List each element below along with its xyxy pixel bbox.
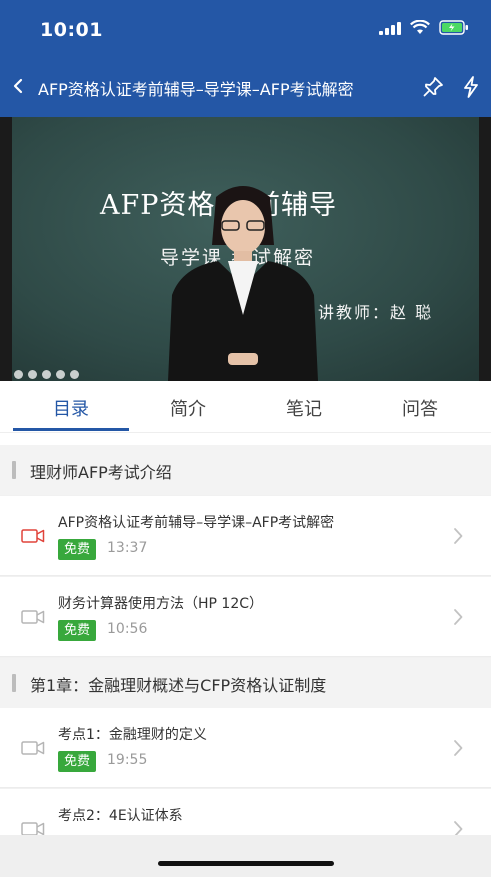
navigation-bar: AFP资格认证考前辅导–导学课–AFP考试解密 [0, 66, 491, 110]
lesson-title: 财务计算器使用方法（HP 12C） [58, 596, 264, 612]
chevron-right-icon [454, 528, 463, 544]
home-bar-area [0, 835, 491, 877]
signal-icon [379, 21, 401, 35]
wifi-icon [410, 20, 430, 34]
back-icon[interactable] [10, 74, 28, 98]
section-header: 第1章：金融理财概述与CFP资格认证制度 [0, 658, 491, 708]
lesson-duration: 10:56 [107, 621, 148, 637]
pin-icon[interactable] [422, 76, 444, 98]
board-frame-left [0, 117, 12, 381]
lesson-item[interactable]: 考点2：4E认证体系 [0, 789, 491, 835]
page-title: AFP资格认证考前辅导–导学课–AFP考试解密 [38, 80, 354, 99]
free-badge: 免费 [58, 539, 97, 560]
lesson-item[interactable]: 考点1：金融理财的定义 免费 19:55 [0, 708, 491, 788]
video-camera-icon [21, 610, 45, 624]
section-title: 第1章：金融理财概述与CFP资格认证制度 [30, 676, 327, 695]
status-bar: 10:01 [0, 0, 491, 60]
lesson-item[interactable]: AFP资格认证考前辅导–导学课–AFP考试解密 免费 13:37 [0, 496, 491, 576]
video-camera-icon [21, 822, 45, 835]
chevron-right-icon [454, 609, 463, 625]
section-marker [12, 674, 16, 692]
free-badge: 免费 [58, 751, 97, 772]
free-badge: 免费 [58, 620, 97, 641]
status-icons [379, 20, 469, 35]
lesson-title: AFP资格认证考前辅导–导学课–AFP考试解密 [58, 515, 335, 531]
tab-notes[interactable]: 笔记 [264, 395, 344, 421]
section-title: 理财师AFP考试介绍 [30, 463, 172, 482]
chevron-right-icon [454, 740, 463, 756]
video-player[interactable]: AFP资格 考前辅导 导学课 考试解密 讲教师：赵 聪 [0, 117, 491, 381]
lesson-duration: 13:37 [107, 540, 148, 556]
tab-catalog[interactable]: 目录 [31, 395, 111, 421]
lesson-title: 考点1：金融理财的定义 [58, 727, 207, 743]
battery-icon [439, 20, 468, 35]
tab-intro[interactable]: 简介 [148, 395, 228, 421]
lightning-icon[interactable] [462, 76, 480, 98]
lesson-item[interactable]: 财务计算器使用方法（HP 12C） 免费 10:56 [0, 577, 491, 657]
board-frame-right [479, 117, 491, 381]
board-lecturer: 讲教师：赵 聪 [318, 303, 434, 322]
tab-qa[interactable]: 问答 [380, 395, 460, 421]
section-marker [12, 461, 16, 479]
tab-bar: 目录 简介 笔记 问答 [0, 381, 491, 433]
active-tab-indicator [13, 428, 129, 431]
video-camera-icon [21, 529, 45, 543]
lecturer-figure [168, 186, 318, 381]
video-controls[interactable] [14, 370, 79, 379]
section-header: 理财师AFP考试介绍 [0, 445, 491, 495]
video-camera-icon [21, 741, 45, 755]
lesson-duration: 19:55 [107, 752, 148, 768]
course-catalog: 理财师AFP考试介绍 AFP资格认证考前辅导–导学课–AFP考试解密 免费 13… [0, 445, 491, 835]
app-header: 10:01 AFP资格认证考前辅导–导学课–AFP考试解密 [0, 0, 491, 117]
chevron-right-icon [454, 821, 463, 835]
lesson-title: 考点2：4E认证体系 [58, 808, 183, 824]
home-indicator[interactable] [158, 861, 334, 866]
status-time: 10:01 [40, 19, 103, 41]
